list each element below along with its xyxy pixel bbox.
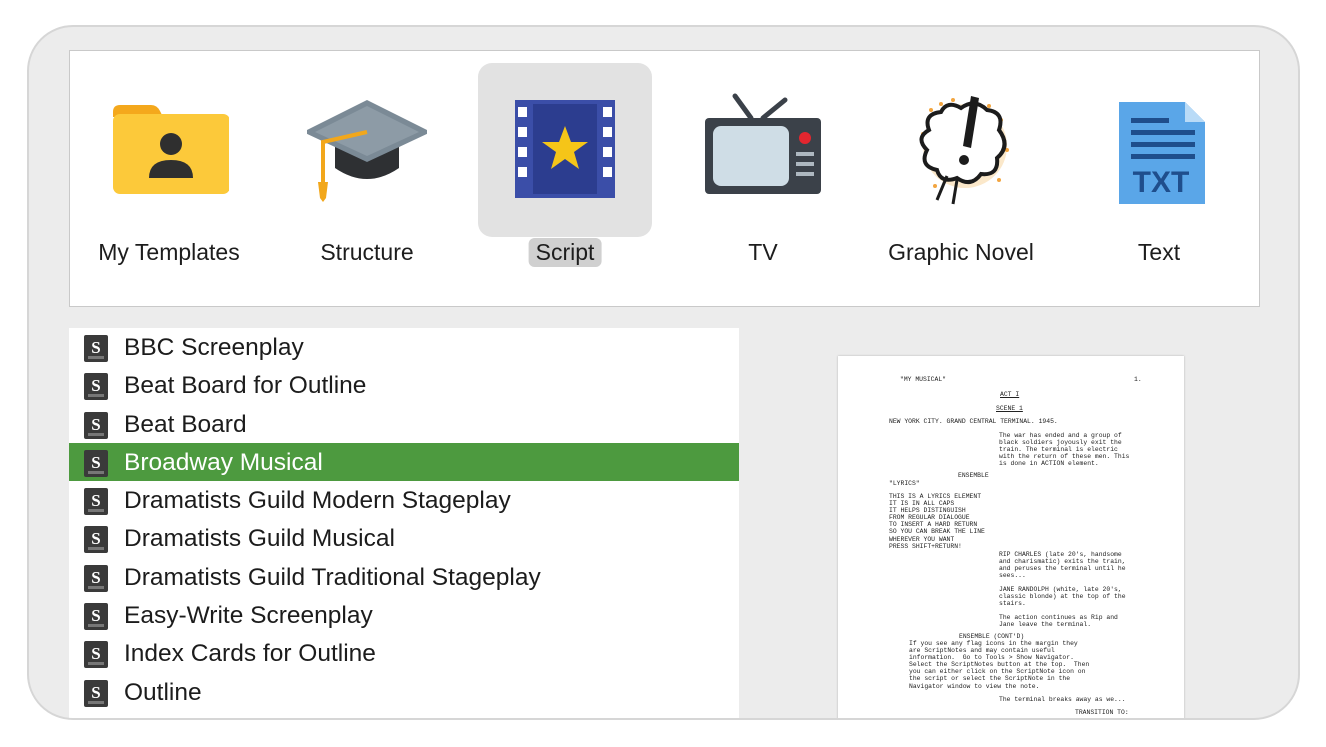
list-item[interactable]: S Easy-Write Screenplay — [69, 596, 739, 634]
preview-lyrics-heading: "LYRICS" — [889, 480, 920, 487]
preview-action: The action continues as Rip and Jane lea… — [999, 614, 1118, 629]
list-item-label: Broadway Musical — [124, 448, 323, 476]
list-item-label: Index Cards for Outline — [124, 640, 376, 668]
template-preview: "MY MUSICAL" 1. ACT I SCENE 1 NEW YORK C… — [838, 356, 1184, 718]
list-item-label: Dramatists Guild Musical — [124, 525, 395, 553]
folder-person-icon — [113, 105, 229, 194]
txt-file-icon: TXT — [1119, 102, 1205, 204]
svg-text:S: S — [91, 529, 100, 548]
list-item-label: Dramatists Guild Traditional Stageplay — [124, 563, 541, 591]
list-item[interactable]: S Dramatists Guild Traditional Stageplay — [69, 558, 739, 596]
category-script[interactable]: Script — [478, 63, 652, 293]
preview-action: JANE RANDOLPH (white, late 20's, classic… — [999, 586, 1126, 608]
tv-icon — [705, 93, 821, 194]
preview-lyrics: THIS IS A LYRICS ELEMENT IT IS IN ALL CA… — [889, 493, 985, 550]
final-draft-file-icon: S — [84, 526, 108, 554]
final-draft-file-icon: S — [84, 411, 108, 439]
final-draft-file-icon: S — [84, 564, 108, 592]
preview-act: ACT I — [1000, 391, 1020, 398]
svg-text:S: S — [91, 491, 100, 510]
preview-header: "MY MUSICAL" — [900, 376, 947, 383]
category-tv[interactable]: TV — [676, 63, 850, 293]
svg-text:S: S — [91, 338, 100, 357]
category-label: TV — [748, 239, 778, 265]
template-chooser-window: My Templates Structure Script TV Graphic… — [27, 25, 1300, 720]
list-item[interactable]: S BBC Screenplay — [69, 328, 739, 366]
list-item-label: Beat Board for Outline — [124, 372, 367, 400]
svg-text:S: S — [91, 376, 100, 395]
preview-page-number: 1. — [1134, 376, 1142, 383]
template-list[interactable]: S BBC Screenplay S Beat Board for Outlin… — [69, 328, 739, 718]
category-my-templates[interactable]: My Templates — [82, 63, 256, 293]
category-label: My Templates — [98, 239, 240, 265]
category-graphic-novel[interactable]: Graphic Novel — [874, 63, 1048, 293]
category-label: Graphic Novel — [888, 239, 1034, 265]
svg-text:S: S — [91, 453, 100, 472]
final-draft-file-icon: S — [84, 603, 108, 631]
preview-action: The terminal breaks away as we... — [999, 696, 1126, 703]
category-label: Script — [528, 238, 602, 267]
list-item[interactable]: S Index Cards for Outline — [69, 634, 739, 672]
list-item-label: BBC Screenplay — [124, 334, 304, 361]
preview-transition: TRANSITION TO: — [1075, 709, 1129, 716]
svg-text:TXT: TXT — [1133, 166, 1190, 199]
preview-action: The war has ended and a group of black s… — [999, 432, 1130, 468]
final-draft-file-icon: S — [84, 373, 108, 401]
category-structure[interactable]: Structure — [280, 63, 454, 293]
svg-text:S: S — [91, 415, 100, 434]
category-label: Text — [1137, 239, 1181, 265]
graduation-cap-icon — [307, 100, 427, 202]
list-item[interactable]: S Dramatists Guild Modern Stageplay — [69, 481, 739, 519]
category-bar: My Templates Structure Script TV Graphic… — [69, 50, 1260, 307]
list-item[interactable]: S Beat Board — [69, 405, 739, 443]
category-text[interactable]: TXT Text — [1072, 63, 1246, 293]
preview-dialogue: If you see any flag icons in the margin … — [909, 640, 1090, 690]
list-item[interactable]: S Beat Board for Outline — [69, 366, 739, 404]
final-draft-file-icon: S — [84, 335, 108, 362]
film-star-icon — [515, 100, 615, 198]
svg-text:S: S — [91, 644, 100, 663]
list-item-label: Easy-Write Screenplay — [124, 602, 373, 630]
svg-text:S: S — [91, 568, 100, 587]
list-item[interactable]: S Outline — [69, 673, 739, 711]
preview-scene: SCENE 1 — [996, 405, 1023, 412]
svg-text:S: S — [91, 683, 100, 702]
category-label: Structure — [320, 239, 414, 265]
list-item-label: Outline — [124, 678, 202, 706]
preview-slugline: NEW YORK CITY. GRAND CENTRAL TERMINAL. 1… — [889, 418, 1058, 425]
svg-text:S: S — [91, 606, 100, 625]
list-item-selected[interactable]: S Broadway Musical — [69, 442, 739, 482]
list-item-label: Dramatists Guild Modern Stageplay — [124, 487, 511, 515]
preview-character: ENSEMBLE — [958, 472, 989, 479]
comic-burst-icon — [919, 96, 1009, 205]
final-draft-file-icon: S — [84, 679, 108, 707]
final-draft-file-icon: S — [84, 449, 108, 477]
preview-action: RIP CHARLES (late 20's, handsome and cha… — [999, 551, 1126, 580]
list-item[interactable]: S Dramatists Guild Musical — [69, 519, 739, 557]
final-draft-file-icon: S — [84, 488, 108, 516]
list-item-label: Beat Board — [124, 410, 247, 438]
final-draft-file-icon: S — [84, 641, 108, 669]
